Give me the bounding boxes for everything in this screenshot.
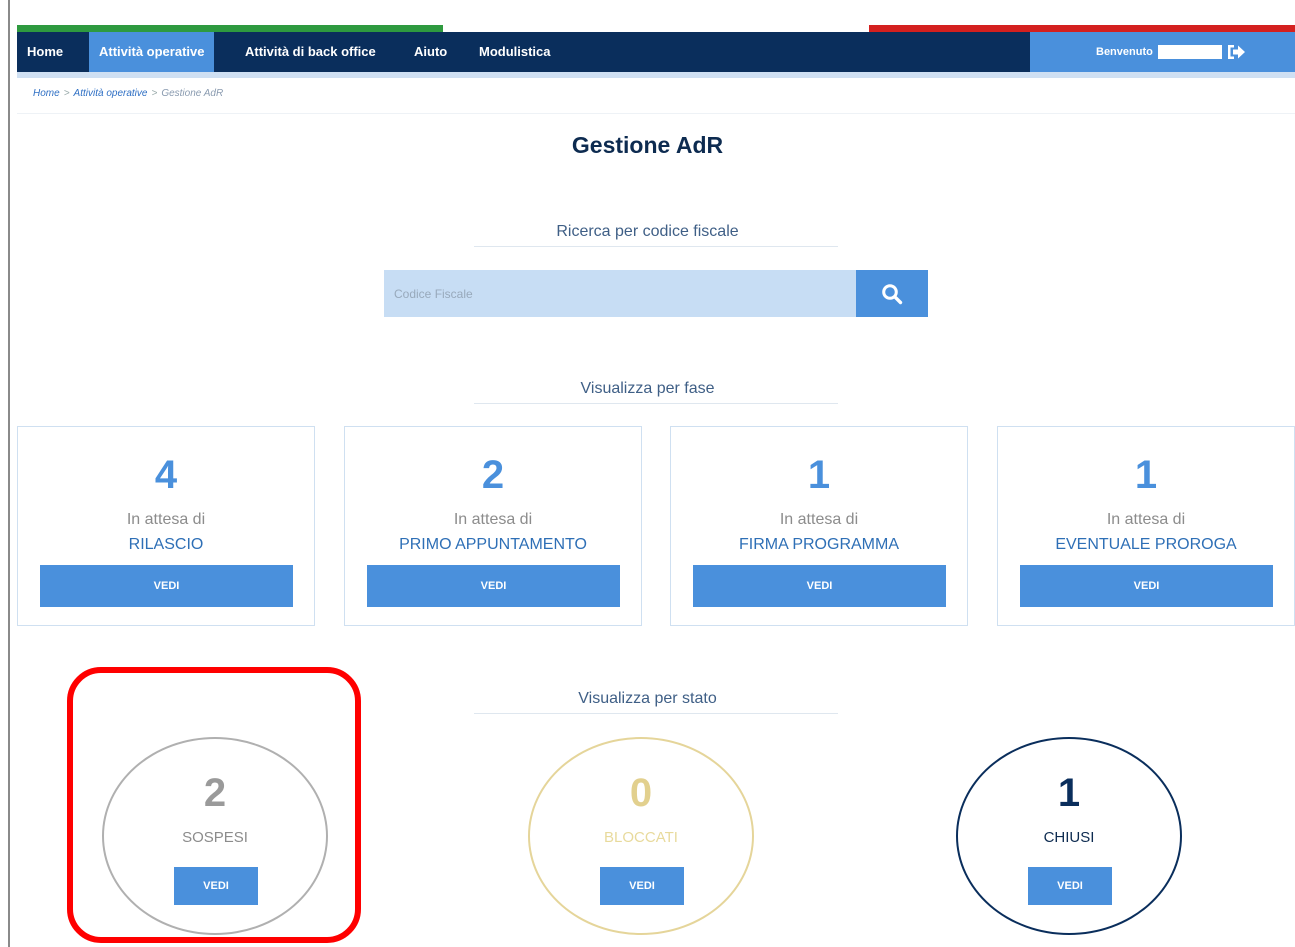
- phase-card-eventuale-proroga: 1 In attesa di EVENTUALE PROROGA VEDI: [997, 426, 1295, 626]
- tricolor-stripe: [17, 25, 1295, 32]
- search-button[interactable]: [856, 270, 928, 317]
- search-icon: [882, 284, 903, 305]
- state-count: 2: [203, 771, 227, 815]
- state-count: 1: [1057, 771, 1081, 815]
- state-circle-bloccati: 0 BLOCCATI VEDI: [528, 737, 754, 935]
- nav-back-office[interactable]: Attività di back office: [235, 32, 386, 72]
- phase-name: FIRMA PROGRAMMA: [738, 536, 899, 553]
- welcome-label: Benvenuto: [1096, 46, 1153, 58]
- phase-count: 1: [1134, 453, 1158, 497]
- nav-attivita-operative[interactable]: Attività operative: [89, 32, 215, 72]
- phase-card-firma-programma: 1 In attesa di FIRMA PROGRAMMA VEDI: [670, 426, 968, 626]
- phase-name: PRIMO APPUNTAMENTO: [399, 536, 587, 553]
- breadcrumb-separator: >: [151, 88, 158, 99]
- vedi-button[interactable]: VEDI: [367, 565, 620, 607]
- vedi-button[interactable]: VEDI: [40, 565, 293, 607]
- logout-icon[interactable]: [1226, 43, 1246, 61]
- section-divider: [474, 246, 838, 247]
- state-name: SOSPESI: [182, 829, 248, 846]
- page-title: Gestione AdR: [571, 132, 724, 158]
- vedi-button[interactable]: VEDI: [1028, 867, 1112, 905]
- phase-count: 4: [154, 453, 178, 497]
- state-count: 0: [629, 771, 653, 815]
- nav-modulistica[interactable]: Modulistica: [469, 32, 561, 72]
- codice-fiscale-input[interactable]: [384, 270, 856, 317]
- navbar-underline: [17, 72, 1295, 78]
- state-section-title: Visualizza per stato: [578, 690, 717, 707]
- user-welcome-area: Benvenuto: [1030, 32, 1295, 72]
- state-name: BLOCCATI: [604, 829, 678, 846]
- phase-count: 2: [481, 453, 505, 497]
- state-circle-chiusi: 1 CHIUSI VEDI: [956, 737, 1182, 935]
- phase-label: In attesa di: [453, 511, 533, 528]
- phase-label: In attesa di: [1106, 511, 1186, 528]
- flag-white: [443, 25, 869, 32]
- vedi-button[interactable]: VEDI: [1020, 565, 1273, 607]
- breadcrumb-current: Gestione AdR: [161, 88, 224, 99]
- phase-name: EVENTUALE PROROGA: [1055, 536, 1237, 553]
- nav-aiuto[interactable]: Aiuto: [404, 32, 457, 72]
- phase-name: RILASCIO: [128, 536, 204, 553]
- state-circle-sospesi: 2 SOSPESI VEDI: [102, 737, 328, 935]
- vedi-button[interactable]: VEDI: [600, 867, 684, 905]
- phase-label: In attesa di: [126, 511, 206, 528]
- flag-red: [869, 25, 1295, 32]
- flag-green: [17, 25, 443, 32]
- vedi-button[interactable]: VEDI: [174, 867, 258, 905]
- phase-section-title: Visualizza per fase: [580, 380, 715, 397]
- phase-card-primo-appuntamento: 2 In attesa di PRIMO APPUNTAMENTO VEDI: [344, 426, 642, 626]
- breadcrumb: Home > Attività operative > Gestione AdR: [33, 88, 223, 99]
- breadcrumb-divider: [17, 113, 1295, 114]
- breadcrumb-attivita-operative[interactable]: Attività operative: [74, 88, 148, 99]
- redacted-username: [1158, 45, 1222, 59]
- phase-label: In attesa di: [779, 511, 859, 528]
- nav-home[interactable]: Home: [17, 32, 73, 72]
- section-divider: [474, 713, 838, 714]
- search-section-title: Ricerca per codice fiscale: [556, 223, 739, 240]
- breadcrumb-separator: >: [63, 88, 70, 99]
- state-name: CHIUSI: [1043, 829, 1095, 846]
- section-divider: [474, 403, 838, 404]
- phase-card-rilascio: 4 In attesa di RILASCIO VEDI: [17, 426, 315, 626]
- vedi-button[interactable]: VEDI: [693, 565, 946, 607]
- breadcrumb-home[interactable]: Home: [33, 88, 60, 99]
- phase-count: 1: [807, 453, 831, 497]
